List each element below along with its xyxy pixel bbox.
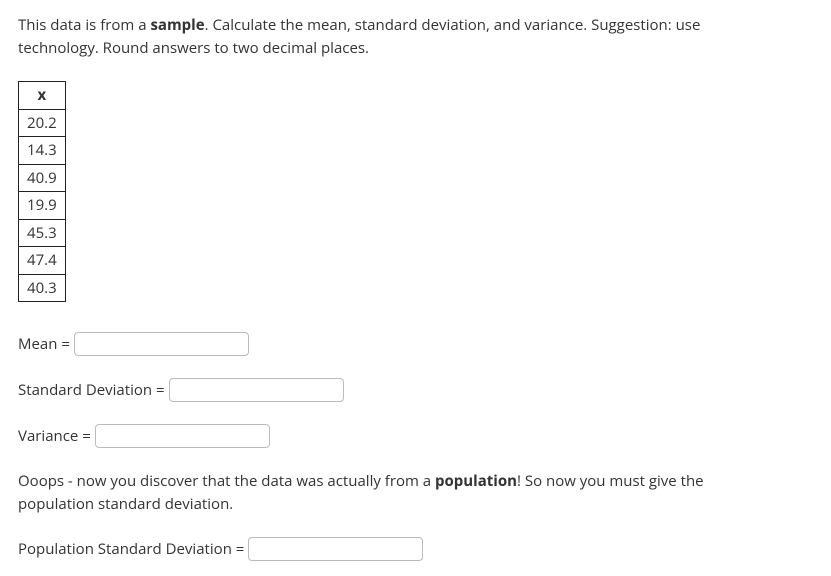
mean-label: Mean =	[18, 333, 70, 356]
table-cell: 19.9	[19, 192, 66, 220]
table-cell: 45.3	[19, 219, 66, 247]
sd-row: Standard Deviation =	[18, 378, 813, 402]
ooops-pre: Ooops - now you discover that the data w…	[18, 471, 435, 491]
psd-row: Population Standard Deviation =	[18, 537, 813, 561]
table-row: 47.4	[19, 247, 66, 275]
question-prompt: This data is from a sample. Calculate th…	[18, 14, 738, 59]
sd-input[interactable]	[169, 378, 344, 402]
table-cell: 14.3	[19, 137, 66, 165]
mean-input[interactable]	[74, 332, 249, 356]
table-cell: 47.4	[19, 247, 66, 275]
data-table: x 20.2 14.3 40.9 19.9 45.3 47.4 40.3	[18, 81, 66, 302]
table-cell: 40.3	[19, 274, 66, 302]
ooops-prompt: Ooops - now you discover that the data w…	[18, 470, 738, 515]
table-row: 20.2	[19, 109, 66, 137]
table-header-x: x	[19, 82, 66, 110]
mean-row: Mean =	[18, 332, 813, 356]
table-row: 40.9	[19, 164, 66, 192]
var-input[interactable]	[95, 424, 270, 448]
sd-label: Standard Deviation =	[18, 379, 165, 402]
var-label: Variance =	[18, 425, 91, 448]
psd-input[interactable]	[248, 537, 423, 561]
table-cell: 40.9	[19, 164, 66, 192]
prompt-bold-sample: sample	[150, 15, 204, 35]
table-cell: 20.2	[19, 109, 66, 137]
psd-label: Population Standard Deviation =	[18, 538, 244, 561]
prompt-pre: This data is from a	[18, 15, 150, 35]
var-row: Variance =	[18, 424, 813, 448]
table-row: 45.3	[19, 219, 66, 247]
table-row: 14.3	[19, 137, 66, 165]
table-row: 19.9	[19, 192, 66, 220]
ooops-bold-population: population	[435, 471, 517, 491]
table-row: 40.3	[19, 274, 66, 302]
